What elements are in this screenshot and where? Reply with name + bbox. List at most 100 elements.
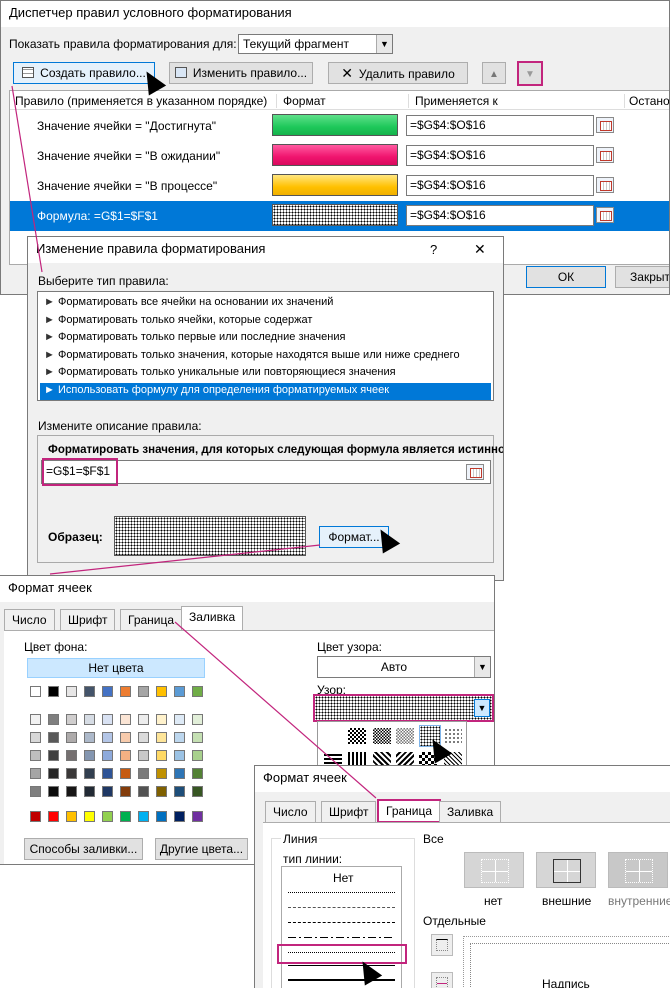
color-swatch[interactable] <box>120 811 131 822</box>
list-item[interactable]: ► Форматировать только уникальные или по… <box>40 365 491 382</box>
tab-number[interactable]: Число <box>4 609 55 631</box>
line-style-item[interactable] <box>288 892 395 893</box>
rule-row[interactable]: Значение ячейки = "В процессе" =$G$4:$O$… <box>10 171 669 201</box>
color-swatch[interactable] <box>48 750 59 761</box>
color-swatch[interactable] <box>120 714 131 725</box>
color-swatch[interactable] <box>48 714 59 725</box>
color-swatch[interactable] <box>138 714 149 725</box>
list-item-selected[interactable]: ► Использовать формулу для определения ф… <box>40 383 491 400</box>
line-style-item[interactable] <box>288 979 395 981</box>
color-swatch[interactable] <box>174 732 185 743</box>
delete-rule-button[interactable]: ✕ Удалить правило <box>328 62 468 84</box>
rule-row[interactable]: Значение ячейки = "В ожидании" =$G$4:$O$… <box>10 141 669 171</box>
color-swatch[interactable] <box>120 750 131 761</box>
color-swatch[interactable] <box>84 686 95 697</box>
show-rules-select[interactable]: Текущий фрагмент ▼ <box>238 34 393 54</box>
tab-font[interactable]: Шрифт <box>321 801 377 823</box>
color-swatch[interactable] <box>138 750 149 761</box>
range-select-icon[interactable] <box>596 117 614 133</box>
applies-to-field[interactable]: =$G$4:$O$16 <box>406 145 594 166</box>
color-swatch[interactable] <box>138 811 149 822</box>
color-swatch[interactable] <box>156 714 167 725</box>
color-swatch[interactable] <box>66 732 77 743</box>
color-swatch[interactable] <box>48 811 59 822</box>
line-style-item[interactable] <box>288 965 395 966</box>
color-swatch[interactable] <box>66 768 77 779</box>
color-swatch[interactable] <box>156 732 167 743</box>
color-swatch[interactable] <box>102 732 113 743</box>
color-swatch[interactable] <box>30 768 41 779</box>
color-swatch[interactable] <box>174 786 185 797</box>
move-down-button[interactable]: ▼ <box>517 61 543 86</box>
list-item[interactable]: ► Форматировать все ячейки на основании … <box>40 295 491 312</box>
line-none-label[interactable]: Нет <box>333 871 353 885</box>
color-swatch[interactable] <box>138 768 149 779</box>
color-swatch[interactable] <box>120 786 131 797</box>
color-swatch[interactable] <box>120 768 131 779</box>
no-color-button[interactable]: Нет цвета <box>27 658 205 678</box>
color-swatch[interactable] <box>174 686 185 697</box>
range-select-icon[interactable] <box>466 464 484 480</box>
line-style-item[interactable] <box>288 937 395 938</box>
range-select-icon[interactable] <box>596 147 614 163</box>
color-swatch[interactable] <box>174 750 185 761</box>
color-swatch[interactable] <box>48 768 59 779</box>
color-swatch[interactable] <box>48 786 59 797</box>
list-item[interactable]: ► Форматировать только ячейки, которые с… <box>40 313 491 330</box>
tab-border[interactable]: Граница <box>120 609 183 631</box>
color-swatch[interactable] <box>84 750 95 761</box>
pattern-color-select[interactable]: Авто ▼ <box>317 656 491 678</box>
color-swatch[interactable] <box>30 732 41 743</box>
range-select-icon[interactable] <box>596 177 614 193</box>
preset-outline-button[interactable] <box>536 852 596 888</box>
close-button[interactable]: Закрыт <box>615 266 669 288</box>
color-swatch[interactable] <box>30 686 41 697</box>
edit-rule-button[interactable]: Изменить правило... <box>169 62 313 84</box>
color-swatch[interactable] <box>192 811 203 822</box>
preset-inside-button[interactable] <box>608 852 668 888</box>
color-swatch[interactable] <box>156 686 167 697</box>
color-swatch[interactable] <box>156 768 167 779</box>
color-swatch[interactable] <box>102 768 113 779</box>
fill-effects-button[interactable]: Способы заливки... <box>24 838 143 860</box>
color-swatch[interactable] <box>102 686 113 697</box>
color-swatch[interactable] <box>30 714 41 725</box>
color-swatch[interactable] <box>84 768 95 779</box>
color-swatch[interactable] <box>30 750 41 761</box>
applies-to-field[interactable]: =$G$4:$O$16 <box>406 175 594 196</box>
pattern-swatch[interactable] <box>373 728 391 744</box>
tab-fill[interactable]: Заливка <box>439 801 502 823</box>
rule-row-selected[interactable]: Формула: =G$1=$F$1 =$G$4:$O$16 <box>10 201 669 231</box>
color-swatch[interactable] <box>102 786 113 797</box>
color-swatch[interactable] <box>102 750 113 761</box>
color-swatch[interactable] <box>192 768 203 779</box>
color-swatch[interactable] <box>192 750 203 761</box>
color-swatch[interactable] <box>66 811 77 822</box>
more-colors-button[interactable]: Другие цвета... <box>155 838 248 860</box>
border-middle-button[interactable] <box>431 972 453 988</box>
color-swatch[interactable] <box>138 686 149 697</box>
color-swatch[interactable] <box>84 714 95 725</box>
color-swatch[interactable] <box>156 811 167 822</box>
line-style-item[interactable] <box>288 907 395 908</box>
color-swatch[interactable] <box>138 732 149 743</box>
color-swatch[interactable] <box>30 811 41 822</box>
range-select-icon[interactable] <box>596 207 614 223</box>
color-swatch[interactable] <box>102 811 113 822</box>
tab-number[interactable]: Число <box>265 801 316 823</box>
tab-font[interactable]: Шрифт <box>60 609 116 631</box>
color-swatch[interactable] <box>174 811 185 822</box>
color-swatch[interactable] <box>192 732 203 743</box>
color-swatch[interactable] <box>192 714 203 725</box>
color-swatch[interactable] <box>192 786 203 797</box>
pattern-select[interactable]: ▼ <box>313 694 494 722</box>
color-swatch[interactable] <box>192 686 203 697</box>
move-up-button[interactable]: ▲ <box>482 62 506 84</box>
line-style-item[interactable] <box>288 922 395 923</box>
pattern-swatch[interactable] <box>348 728 366 744</box>
color-swatch[interactable] <box>48 686 59 697</box>
color-swatch[interactable] <box>48 732 59 743</box>
preset-none-button[interactable] <box>464 852 524 888</box>
list-item[interactable]: ► Форматировать только первые или послед… <box>40 330 491 347</box>
applies-to-field[interactable]: =$G$4:$O$16 <box>406 205 594 226</box>
